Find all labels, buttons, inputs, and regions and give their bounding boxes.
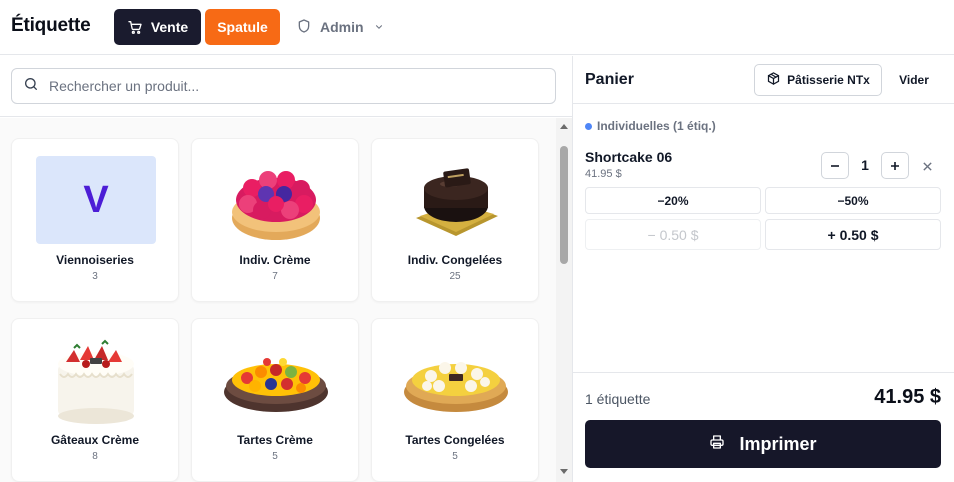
plus-icon	[891, 161, 899, 170]
product-panel: V Viennoiseries 3 Indiv. Crè	[0, 56, 572, 482]
package-icon	[766, 71, 781, 89]
search-input[interactable]	[49, 78, 529, 94]
lemon-tart-image	[404, 362, 508, 412]
strawberry-cake-image	[58, 339, 134, 424]
group-dot-icon	[585, 122, 592, 130]
cart-total: 41.95 $	[874, 386, 941, 408]
admin-menu-button[interactable]: Admin	[296, 9, 384, 45]
quantity-increase-button[interactable]	[881, 152, 909, 179]
cart-footer: 1 étiquette 41.95 $ Imprimer	[573, 372, 954, 482]
scroll-down-arrow-icon[interactable]	[560, 469, 568, 474]
cart-title: Panier	[585, 71, 634, 88]
category-name: Gâteaux Crème	[50, 433, 140, 447]
chevron-down-icon	[374, 19, 384, 35]
category-card-tartes-creme[interactable]: Tartes Crème 5	[191, 318, 359, 482]
scrollbar[interactable]	[556, 118, 572, 482]
print-label: Imprimer	[739, 433, 817, 454]
cart-item-price: 41.95 $	[585, 168, 622, 180]
category-card-indiv-congelees[interactable]: Indiv. Congelées 25	[371, 138, 539, 302]
category-thumbnail	[216, 155, 336, 245]
category-count: 3	[92, 271, 98, 282]
category-letter-tile: V	[36, 156, 156, 244]
cart-icon	[127, 19, 143, 35]
raspberry-tart-image	[232, 171, 320, 240]
category-name: Tartes Crème	[237, 433, 313, 447]
clear-cart-button[interactable]: Vider	[891, 64, 937, 96]
top-bar: Étiquette Vente Spatule Admin	[0, 0, 954, 55]
shield-icon	[296, 18, 312, 37]
cart-group-header: Individuelles (1 étiq.)	[585, 119, 716, 133]
category-name: Tartes Congelées	[405, 433, 505, 447]
close-icon	[922, 161, 932, 171]
category-card-indiv-creme[interactable]: Indiv. Crème 7	[191, 138, 359, 302]
spatule-label: Spatule	[217, 19, 268, 35]
quantity-decrease-button[interactable]	[821, 152, 849, 179]
store-select-button[interactable]: Pâtisserie NTx	[754, 64, 882, 96]
category-thumbnail	[36, 335, 156, 425]
cart-header: Panier Pâtisserie NTx Vider	[573, 56, 954, 104]
category-count: 5	[272, 451, 278, 462]
search-icon	[23, 76, 39, 97]
remove-item-button[interactable]	[917, 156, 937, 176]
category-count: 5	[452, 451, 458, 462]
print-button[interactable]: Imprimer	[585, 420, 941, 468]
scrollbar-thumb[interactable]	[560, 146, 568, 264]
category-name: Indiv. Crème	[239, 253, 311, 267]
price-increase-button[interactable]: + 0.50 $	[765, 219, 941, 250]
minus-icon	[831, 164, 839, 167]
quantity-value: 1	[861, 157, 869, 173]
category-count: 8	[92, 451, 98, 462]
cart-panel: Panier Pâtisserie NTx Vider Individuelle…	[573, 56, 954, 482]
admin-label: Admin	[320, 19, 364, 35]
label-count: 1 étiquette	[585, 391, 651, 407]
chocolate-dome-image	[416, 168, 498, 236]
spatule-button[interactable]: Spatule	[205, 9, 280, 45]
vente-button[interactable]: Vente	[114, 9, 201, 45]
search-box[interactable]	[11, 68, 556, 104]
category-thumbnail: V	[36, 155, 156, 245]
price-decrease-button[interactable]: − 0.50 $	[585, 219, 761, 250]
discount-20-button[interactable]: −20%	[585, 187, 761, 214]
category-name: Viennoiseries	[56, 253, 134, 267]
cart-item-name: Shortcake 06	[585, 149, 673, 165]
app-title: Étiquette	[11, 15, 91, 36]
vente-label: Vente	[150, 19, 189, 35]
category-card-gateaux-creme[interactable]: Gâteaux Crème 8	[11, 318, 179, 482]
category-name: Indiv. Congelées	[407, 253, 503, 267]
scroll-up-arrow-icon[interactable]	[560, 124, 568, 129]
fruit-tart-image	[224, 358, 328, 412]
discount-50-button[interactable]: −50%	[765, 187, 941, 214]
category-count: 25	[449, 271, 461, 282]
category-grid: V Viennoiseries 3 Indiv. Crème 7 Indiv. …	[0, 118, 556, 482]
printer-icon	[709, 434, 725, 455]
category-card-tartes-congelees[interactable]: Tartes Congelées 5	[371, 318, 539, 482]
category-thumbnail	[396, 335, 516, 425]
category-count: 7	[272, 271, 278, 282]
cart-group-label: Individuelles (1 étiq.)	[597, 119, 716, 133]
search-bar	[0, 56, 572, 117]
category-thumbnail	[396, 155, 516, 245]
category-thumbnail	[216, 335, 336, 425]
category-card-viennoiseries[interactable]: V Viennoiseries 3	[11, 138, 179, 302]
store-label: Pâtisserie NTx	[787, 73, 870, 87]
